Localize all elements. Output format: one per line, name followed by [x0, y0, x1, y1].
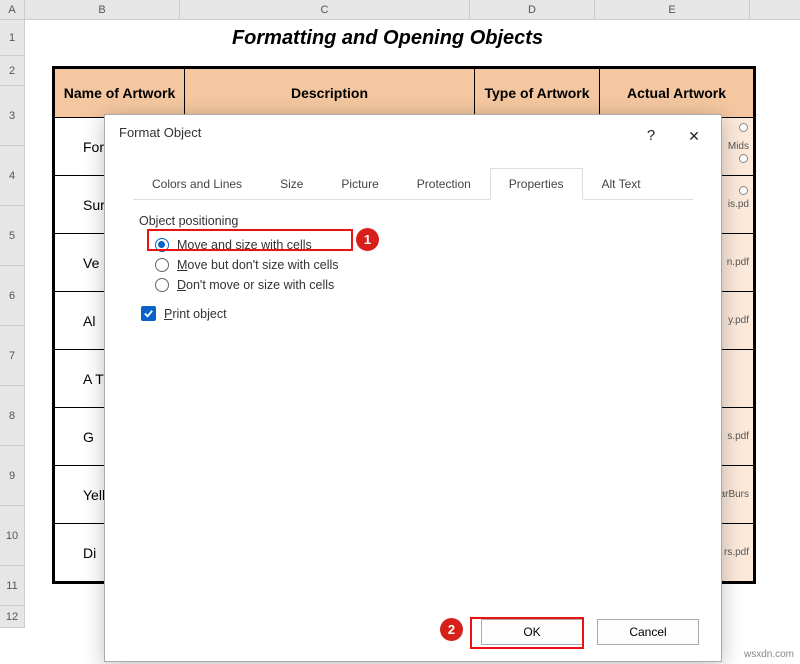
watermark: wsxdn.com: [744, 649, 794, 660]
col-header-B[interactable]: B: [25, 0, 180, 19]
selection-handle-icon[interactable]: [739, 186, 748, 195]
tab-colors-and-lines[interactable]: Colors and Lines: [133, 168, 261, 200]
row-header-10[interactable]: 10: [0, 506, 25, 566]
col-header-E[interactable]: E: [595, 0, 750, 19]
tab-properties[interactable]: Properties: [490, 168, 583, 200]
object-positioning-label: Object positioning: [139, 214, 687, 228]
selection-handle-icon[interactable]: [739, 123, 748, 132]
radio-label: Don't move or size with cells: [177, 278, 334, 292]
header-artwork: Actual Artwork: [600, 69, 754, 118]
row-header-7[interactable]: 7: [0, 326, 25, 386]
row-header-6[interactable]: 6: [0, 266, 25, 326]
radio-dont-move[interactable]: Don't move or size with cells: [155, 278, 687, 292]
row-header-2[interactable]: 2: [0, 56, 25, 86]
annotation-callout-2: 2: [440, 618, 463, 641]
dialog-tabs: Colors and Lines Size Picture Protection…: [133, 167, 693, 200]
col-header-D[interactable]: D: [470, 0, 595, 19]
checkbox-print-object[interactable]: Print object: [141, 306, 687, 321]
row-header-12[interactable]: 12: [0, 606, 25, 628]
dialog-title: Format Object: [119, 125, 201, 140]
check-icon: [141, 306, 156, 321]
annotation-callout-1: 1: [356, 228, 379, 251]
row-header-3[interactable]: 3: [0, 86, 25, 146]
selection-handle-icon[interactable]: [739, 154, 748, 163]
annotation-highlight-2: [470, 617, 584, 649]
col-header-C[interactable]: C: [180, 0, 470, 19]
radio-label: Move but don't size with cells: [177, 258, 339, 272]
radio-icon: [155, 278, 169, 292]
radio-move-no-size[interactable]: Move but don't size with cells: [155, 258, 687, 272]
help-button[interactable]: ?: [636, 121, 666, 151]
header-name: Name of Artwork: [55, 69, 185, 118]
row-header-9[interactable]: 9: [0, 446, 25, 506]
format-object-dialog: Format Object ? ✕ Colors and Lines Size …: [104, 114, 722, 662]
close-button[interactable]: ✕: [679, 121, 709, 151]
tab-picture[interactable]: Picture: [322, 168, 397, 200]
column-headers: A B C D E: [0, 0, 800, 20]
tab-alt-text[interactable]: Alt Text: [583, 168, 660, 200]
row-header-1[interactable]: 1: [0, 20, 25, 56]
page-title: Formatting and Opening Objects: [25, 20, 750, 56]
checkbox-label: Print object: [164, 307, 227, 321]
tab-protection[interactable]: Protection: [398, 168, 490, 200]
row-headers: 1 2 3 4 5 6 7 8 9 10 11 12: [0, 20, 25, 628]
row-header-4[interactable]: 4: [0, 146, 25, 206]
annotation-highlight-1: [147, 229, 353, 251]
radio-icon: [155, 258, 169, 272]
header-type: Type of Artwork: [475, 69, 600, 118]
row-header-11[interactable]: 11: [0, 566, 25, 606]
tab-size[interactable]: Size: [261, 168, 322, 200]
row-header-8[interactable]: 8: [0, 386, 25, 446]
cancel-button[interactable]: Cancel: [597, 619, 699, 645]
header-desc: Description: [185, 69, 475, 118]
col-header-A[interactable]: A: [0, 0, 25, 19]
row-header-5[interactable]: 5: [0, 206, 25, 266]
